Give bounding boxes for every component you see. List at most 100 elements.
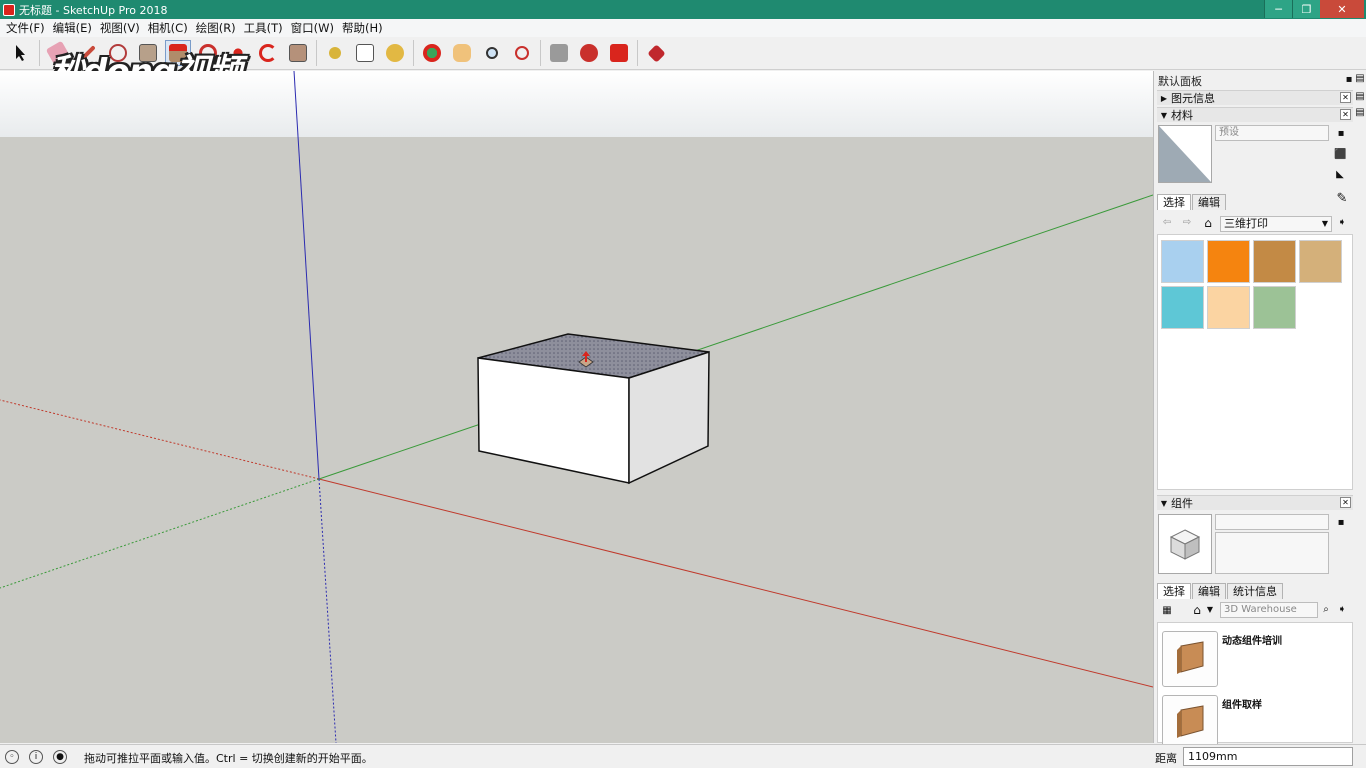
material-library-select[interactable]: 三维打印 ▼ [1220, 216, 1332, 232]
zoom-extents-tool-button[interactable] [509, 40, 535, 66]
geo-location-icon[interactable]: ◦ [5, 750, 19, 764]
tab-components-edit[interactable]: 编辑 [1192, 583, 1226, 599]
close-panel-icon[interactable]: ✕ [1340, 92, 1351, 103]
menu-bar: 文件(F) 编辑(E) 视图(V) 相机(C) 绘图(R) 工具(T) 窗口(W… [0, 19, 1366, 37]
menu-help[interactable]: 帮助(H) [338, 20, 387, 36]
scale-tool-button[interactable] [285, 40, 311, 66]
components-panel-header[interactable]: ▼ 组件 ✕ [1157, 495, 1353, 510]
measurements-box[interactable]: 1109mm [1183, 747, 1353, 766]
menu-file[interactable]: 文件(F) [2, 20, 49, 36]
paint-bucket-tool-button[interactable] [382, 40, 408, 66]
menu-edit[interactable]: 编辑(E) [49, 20, 96, 36]
material-swatch[interactable] [1161, 240, 1204, 283]
modeling-viewport[interactable] [0, 71, 1153, 743]
collapse-triangle-icon: ▼ [1160, 110, 1168, 120]
component-description-field[interactable] [1215, 532, 1329, 574]
zoom-tool-button[interactable] [479, 40, 505, 66]
entity-info-panel-header[interactable]: ▶ 图元信息 ✕ [1157, 90, 1353, 105]
warehouse-search-input[interactable]: 3D Warehouse [1220, 602, 1318, 618]
tray-scroll-icon[interactable]: ▤ [1354, 107, 1366, 119]
minimize-button[interactable]: ─ [1264, 0, 1292, 18]
menu-tools[interactable]: 工具(T) [240, 20, 287, 36]
rotate-tool-button[interactable] [255, 40, 281, 66]
details-arrow-icon[interactable]: ➧ [1336, 604, 1348, 616]
measurements-value: 1109mm [1188, 750, 1238, 763]
tape-measure-tool-button[interactable] [322, 40, 348, 66]
material-name-field[interactable]: 预设 [1215, 125, 1329, 141]
menu-camera[interactable]: 相机(C) [144, 20, 192, 36]
materials-panel-header[interactable]: ▼ 材料 ✕ [1157, 107, 1353, 122]
component-pin-icon[interactable]: ▪ [1335, 517, 1347, 529]
layout-send-button[interactable] [606, 40, 632, 66]
forward-arrow-icon[interactable]: ⇨ [1181, 217, 1193, 229]
arrow-cursor-icon [16, 45, 25, 61]
toolbar-separator [637, 40, 638, 66]
home-icon[interactable]: ⌂ [1202, 217, 1214, 229]
view-options-icon[interactable]: ▦ [1161, 605, 1173, 617]
menu-draw[interactable]: 绘图(R) [192, 20, 240, 36]
search-icon[interactable]: ⌕ [1320, 604, 1332, 616]
title-bar: 无标题 - SketchUp Pro 2018 ─ ❐ ✕ [0, 0, 1366, 19]
measurements-label: 距离 [1155, 752, 1177, 765]
select-tool-button[interactable] [8, 40, 34, 66]
material-swatch[interactable] [1161, 286, 1204, 329]
components-tabs: 选择 编辑 统计信息 [1157, 583, 1284, 599]
component-folder-thumbnail[interactable] [1162, 631, 1218, 687]
home-icon[interactable]: ⌂ [1191, 604, 1203, 616]
materials-tabs: 选择 编辑 [1157, 194, 1227, 210]
navigation-dropdown-icon[interactable]: ▼ [1204, 604, 1216, 616]
default-material-icon[interactable]: ◣ [1334, 169, 1346, 181]
material-pin-icon[interactable]: ▪ [1335, 128, 1347, 140]
materials-swatch-grid [1157, 234, 1353, 490]
ruby-gem-icon [646, 43, 666, 63]
info-icon[interactable]: i [29, 750, 43, 764]
create-material-icon[interactable]: ⬛ [1334, 149, 1346, 161]
maximize-button[interactable]: ❐ [1292, 0, 1320, 18]
warehouse-button[interactable] [546, 40, 572, 66]
text-tool-button[interactable] [352, 40, 378, 66]
dropdown-arrow-icon: ▼ [1321, 219, 1328, 228]
close-panel-icon[interactable]: ✕ [1340, 497, 1351, 508]
material-swatch[interactable] [1253, 286, 1296, 329]
extension-icon [580, 44, 598, 62]
component-name-field[interactable] [1215, 514, 1329, 530]
default-tray: 默认面板 ▪ ▶ 图元信息 ✕ ▼ 材料 ✕ 预设 ▪ ⬛ ◣ 选择 编辑 ✎ … [1153, 71, 1366, 751]
component-folder-thumbnail[interactable] [1162, 695, 1218, 751]
warehouse-icon [550, 44, 568, 62]
component-item-label[interactable]: 组件取样 [1222, 696, 1262, 711]
details-arrow-icon[interactable]: ➧ [1336, 217, 1348, 229]
hand-icon [453, 44, 471, 62]
back-arrow-icon[interactable]: ⇦ [1161, 217, 1173, 229]
tray-scroll-icon[interactable]: ▤ [1354, 91, 1366, 103]
material-swatch[interactable] [1299, 240, 1342, 283]
pan-tool-button[interactable] [449, 40, 475, 66]
eyedropper-icon[interactable]: ✎ [1336, 192, 1348, 205]
tab-components-select[interactable]: 选择 [1157, 583, 1191, 599]
tray-scroll-icon[interactable]: ▤ [1354, 73, 1366, 85]
box-front-face[interactable] [477, 357, 630, 484]
paint-bucket-icon [386, 44, 404, 62]
material-swatch[interactable] [1207, 240, 1250, 283]
user-account-icon[interactable]: ● [53, 750, 67, 764]
ruby-console-button[interactable] [643, 40, 669, 66]
component-item-label[interactable]: 动态组件培训 [1222, 632, 1282, 647]
menu-view[interactable]: 视图(V) [96, 20, 144, 36]
close-panel-icon[interactable]: ✕ [1340, 109, 1351, 120]
tray-title: 默认面板 [1158, 75, 1202, 88]
material-preview-swatch [1159, 126, 1211, 182]
orbit-icon [423, 44, 441, 62]
material-swatch[interactable] [1253, 240, 1296, 283]
red-axis-negative [0, 399, 320, 480]
tab-materials-select[interactable]: 选择 [1157, 194, 1191, 210]
tab-materials-edit[interactable]: 编辑 [1192, 194, 1226, 210]
search-placeholder: 3D Warehouse [1224, 604, 1297, 615]
expand-triangle-icon: ▶ [1160, 93, 1168, 103]
material-preview [1158, 125, 1212, 183]
extension-warehouse-button[interactable] [576, 40, 602, 66]
menu-window[interactable]: 窗口(W) [287, 20, 338, 36]
component-cube-icon [1169, 529, 1201, 560]
close-button[interactable]: ✕ [1320, 0, 1364, 18]
orbit-tool-button[interactable] [419, 40, 445, 66]
tab-components-statistics[interactable]: 统计信息 [1227, 583, 1283, 599]
material-swatch[interactable] [1207, 286, 1250, 329]
